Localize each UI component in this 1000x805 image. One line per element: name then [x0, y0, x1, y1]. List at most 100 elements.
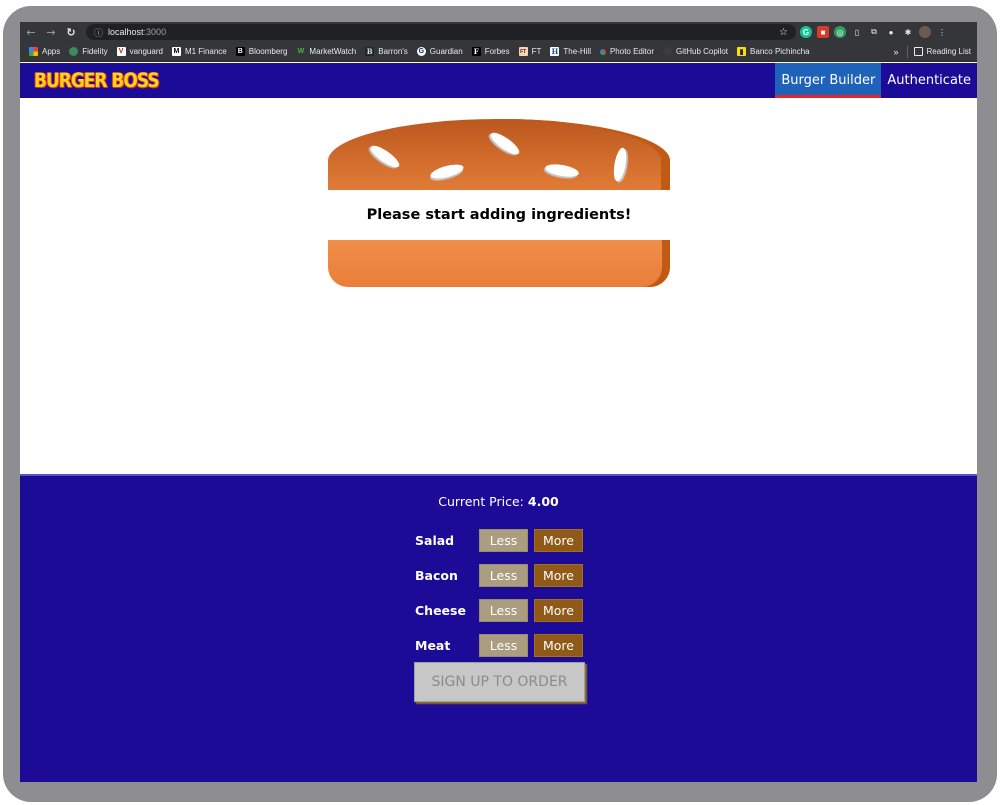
- bookmark-marketwatch[interactable]: W MarketWatch: [296, 47, 357, 56]
- meat-less-button[interactable]: Less: [479, 633, 528, 657]
- bacon-less-button[interactable]: Less: [479, 563, 528, 587]
- bacon-more-button[interactable]: More: [534, 563, 583, 587]
- privacy-extension-icon[interactable]: ●: [885, 26, 897, 38]
- bookmark-label: Forbes: [484, 47, 510, 56]
- nav-burger-builder[interactable]: Burger Builder: [775, 63, 882, 98]
- bookmark-fidelity[interactable]: Fidelity: [69, 47, 108, 56]
- bookmark-label: Fidelity: [82, 47, 108, 56]
- radar-extension-icon[interactable]: ◎: [834, 26, 846, 38]
- m1-finance-icon: M: [171, 47, 181, 56]
- meat-more-button[interactable]: More: [534, 633, 583, 657]
- build-control-salad: Salad Less More: [415, 528, 585, 552]
- sesame-seed: [611, 146, 629, 183]
- guardian-icon: G: [416, 47, 426, 56]
- forbes-icon: F: [471, 47, 481, 56]
- salad-less-button[interactable]: Less: [479, 528, 528, 552]
- app-header: BURGER BOSS Burger Builder Authenticate: [20, 63, 977, 98]
- salad-more-button[interactable]: More: [534, 528, 583, 552]
- bookmark-guardian[interactable]: G Guardian: [416, 47, 463, 56]
- back-icon[interactable]: ←: [22, 23, 40, 41]
- bookmark-the-hill[interactable]: H The-Hill: [550, 47, 591, 56]
- copy-extension-icon[interactable]: ⧉: [868, 26, 880, 38]
- address-bar[interactable]: ⓘ localhost:3000 ☆: [86, 24, 796, 40]
- reading-list-button[interactable]: Reading List: [913, 47, 971, 56]
- sesame-seed: [429, 161, 465, 182]
- empty-burger-message: Please start adding ingredients!: [366, 207, 632, 223]
- bookmark-label: Guardian: [429, 47, 463, 56]
- banco-pichincha-icon: ▮: [737, 47, 747, 56]
- marketwatch-icon: W: [297, 48, 305, 55]
- bookmark-ft[interactable]: FT FT: [518, 47, 542, 56]
- bookmark-apps[interactable]: Apps: [29, 47, 60, 56]
- bookmark-label: The-Hill: [563, 47, 591, 56]
- bookmarks-bar: Apps Fidelity V vanguard M M1 Finance B …: [20, 42, 977, 62]
- reading-list-icon: [913, 47, 923, 56]
- bookmark-bloomberg[interactable]: B Bloomberg: [235, 47, 288, 56]
- bookmark-label: Bloomberg: [248, 47, 288, 56]
- photo-editor-icon: [599, 48, 606, 55]
- the-hill-icon: H: [550, 47, 560, 56]
- ingredient-label: Meat: [415, 637, 451, 653]
- red-extension-icon[interactable]: ■: [817, 26, 829, 38]
- url-host: localhost: [108, 27, 144, 37]
- bookmark-barrons[interactable]: B Barron's: [365, 47, 408, 56]
- browser-window: ← → ↻ ⓘ localhost:3000 ☆ G ■ ◎ ▯ ⧉ ● ✱ ⋮…: [20, 22, 977, 782]
- bread-bottom: [328, 240, 670, 287]
- bookmark-label: Banco Pichincha: [750, 47, 810, 56]
- reading-list-label: Reading List: [926, 47, 971, 56]
- order-button[interactable]: SIGN UP TO ORDER: [414, 662, 585, 702]
- nav-authenticate[interactable]: Authenticate: [881, 63, 977, 98]
- sesame-seed: [544, 162, 580, 179]
- sesame-seed: [487, 129, 523, 158]
- bread-top: [328, 119, 670, 190]
- current-price: Current Price: 4.00: [20, 494, 977, 509]
- cheese-more-button[interactable]: More: [534, 598, 583, 622]
- build-control-cheese: Cheese Less More: [415, 598, 585, 622]
- apps-grid-icon: [29, 47, 38, 56]
- bookmark-m1-finance[interactable]: M M1 Finance: [171, 47, 227, 56]
- burger-preview: Please start adding ingredients!: [20, 98, 977, 474]
- price-value: 4.00: [527, 494, 559, 509]
- forward-icon[interactable]: →: [42, 23, 60, 41]
- grammarly-extension-icon[interactable]: G: [800, 26, 812, 38]
- sesame-seed: [367, 142, 403, 171]
- logo[interactable]: BURGER BOSS: [34, 69, 160, 92]
- reload-icon[interactable]: ↻: [62, 23, 80, 41]
- bookmark-github-copilot[interactable]: GitHub Copilot: [663, 47, 728, 56]
- bookmark-forbes[interactable]: F Forbes: [471, 47, 510, 56]
- chrome-menu-icon[interactable]: ⋮: [936, 26, 948, 38]
- bookmark-label: MarketWatch: [309, 47, 357, 56]
- price-label: Current Price:: [438, 494, 524, 509]
- bookmark-label: GitHub Copilot: [676, 47, 729, 56]
- bookmark-label: Apps: [42, 47, 61, 56]
- puzzle-extensions-icon[interactable]: ✱: [902, 26, 914, 38]
- bloomberg-icon: B: [235, 47, 245, 56]
- bookmark-label: FT: [531, 47, 542, 56]
- main-nav: Burger Builder Authenticate: [775, 63, 977, 98]
- bookmark-photo-editor[interactable]: Photo Editor: [599, 47, 654, 56]
- bookmark-label: vanguard: [129, 47, 163, 56]
- bookmark-banco-pichincha[interactable]: ▮ Banco Pichincha: [737, 47, 810, 56]
- url-port: :3000: [143, 27, 167, 37]
- build-controls: Current Price: 4.00 Salad Less More Baco…: [20, 474, 977, 782]
- bookmark-vanguard[interactable]: V vanguard: [116, 47, 163, 56]
- browser-toolbar: ← → ↻ ⓘ localhost:3000 ☆ G ■ ◎ ▯ ⧉ ● ✱ ⋮: [20, 22, 977, 42]
- site-info-icon[interactable]: ⓘ: [94, 26, 103, 39]
- fidelity-icon: [69, 47, 79, 56]
- profile-avatar[interactable]: [919, 26, 931, 38]
- build-control-bacon: Bacon Less More: [415, 563, 585, 587]
- ft-icon: FT: [518, 47, 528, 56]
- build-control-meat: Meat Less More: [415, 633, 585, 657]
- bookmark-star-icon[interactable]: ☆: [779, 27, 788, 38]
- barrons-icon: B: [365, 47, 375, 56]
- bookmark-label: Barron's: [378, 47, 408, 56]
- vanguard-icon: V: [116, 47, 126, 56]
- cheese-less-button[interactable]: Less: [479, 598, 528, 622]
- bookmark-extension-icon[interactable]: ▯: [851, 26, 863, 38]
- github-icon: [663, 47, 672, 56]
- bookmarks-overflow-button[interactable]: »: [894, 47, 899, 57]
- bookmark-label: M1 Finance: [184, 47, 227, 56]
- ingredient-label: Cheese: [415, 602, 466, 618]
- ingredient-label: Bacon: [415, 567, 458, 583]
- ingredient-label: Salad: [415, 532, 455, 548]
